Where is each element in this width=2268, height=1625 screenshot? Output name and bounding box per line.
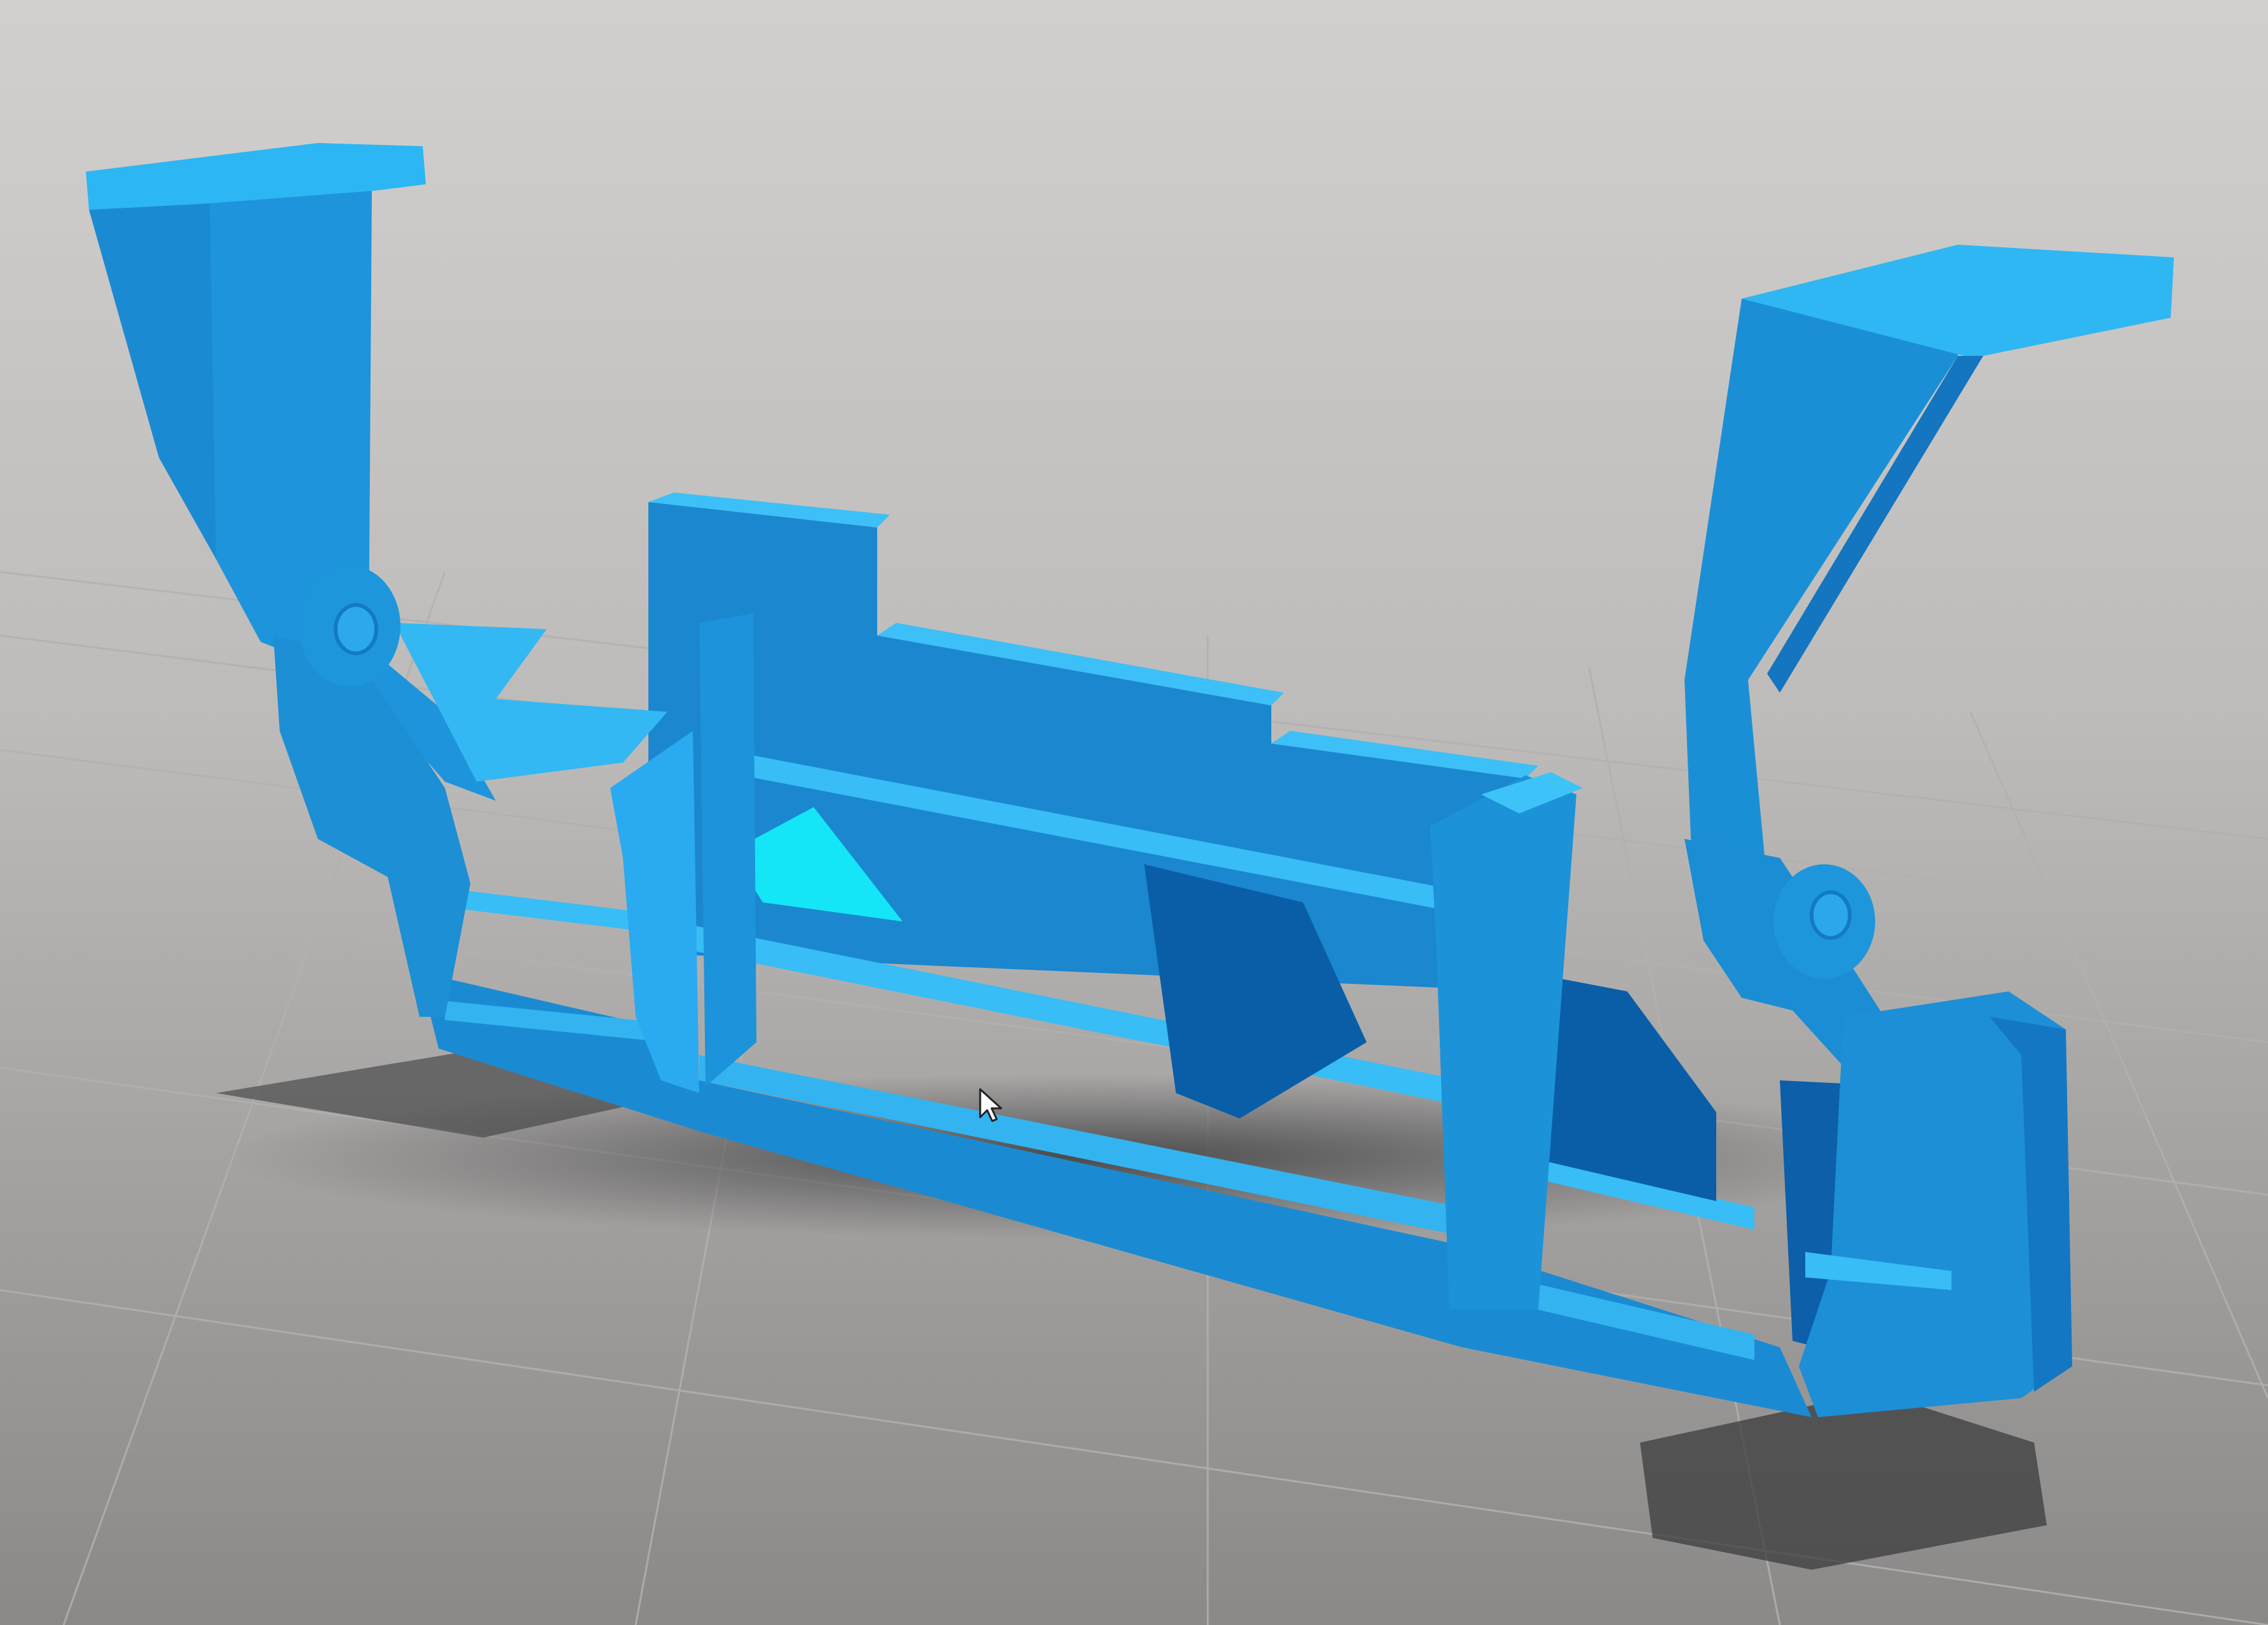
left-bracket-front bbox=[699, 613, 756, 1087]
mouse-pointer-icon bbox=[979, 1088, 1002, 1122]
3d-viewport[interactable] bbox=[0, 0, 2268, 1625]
left-hinge-pin bbox=[334, 603, 378, 655]
scene-canvas[interactable] bbox=[0, 0, 2268, 1625]
right-hinge-pin bbox=[1810, 890, 1852, 940]
